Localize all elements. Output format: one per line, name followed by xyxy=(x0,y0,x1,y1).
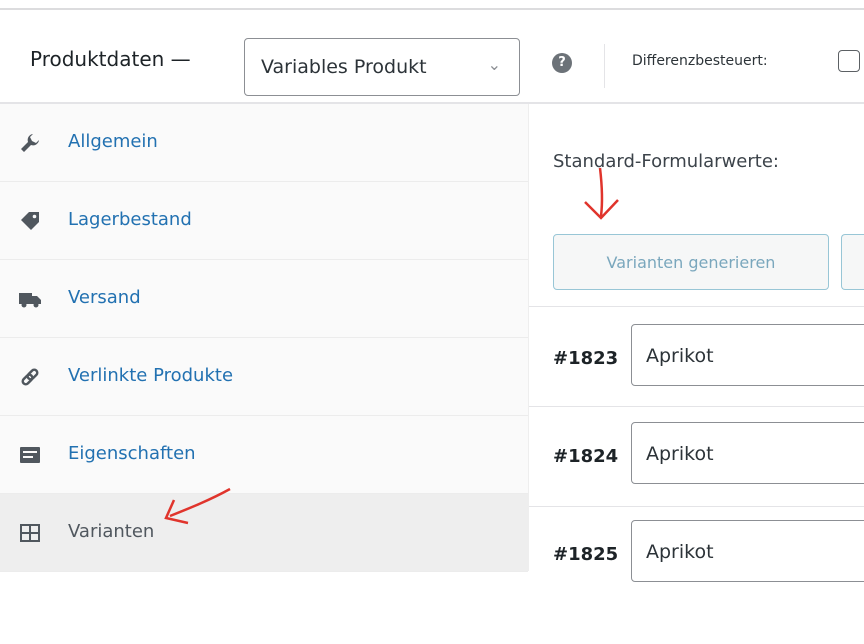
tab-label: Eigenschaften xyxy=(68,443,196,464)
variation-id: #1823 xyxy=(553,348,619,369)
tab-label: Verlinkte Produkte xyxy=(68,365,234,386)
product-data-tabs: Allgemein Lagerbestand Versand Verlinkte… xyxy=(0,104,529,572)
tab-allgemein[interactable]: Allgemein xyxy=(0,104,528,182)
header-separator xyxy=(604,44,605,88)
link-icon xyxy=(21,368,39,386)
variation-attribute-value: Aprikot xyxy=(646,345,714,367)
diff-taxed-checkbox[interactable] xyxy=(838,50,860,72)
default-form-values-label: Standard-Formularwerte: xyxy=(553,151,779,172)
variation-attribute-select[interactable]: Aprikot xyxy=(631,520,864,582)
row-divider xyxy=(529,306,864,307)
tab-lagerbestand[interactable]: Lagerbestand xyxy=(0,182,528,260)
row-divider xyxy=(529,406,864,407)
list-icon xyxy=(20,447,40,463)
variation-attribute-value: Aprikot xyxy=(646,541,714,563)
wrench-icon xyxy=(21,134,39,152)
question-circle-icon[interactable]: ? xyxy=(552,53,572,73)
row-divider xyxy=(529,506,864,507)
tab-versand[interactable]: Versand xyxy=(0,260,528,338)
generate-variations-button[interactable]: Varianten generieren xyxy=(553,234,829,290)
tab-label: Versand xyxy=(68,287,141,308)
tab-label: Allgemein xyxy=(68,131,158,152)
grid-icon xyxy=(20,524,40,542)
generate-variations-label: Varianten generieren xyxy=(606,253,776,272)
chevron-down-icon: ⌄ xyxy=(487,55,501,74)
variation-attribute-select[interactable]: Aprikot xyxy=(631,324,864,386)
product-type-value: Variables Produkt xyxy=(261,56,427,78)
variation-attribute-value: Aprikot xyxy=(646,443,714,465)
variation-id: #1825 xyxy=(553,544,619,565)
tab-label: Lagerbestand xyxy=(68,209,192,230)
variation-row: #1825 Aprikot xyxy=(529,520,864,644)
tab-eigenschaften[interactable]: Eigenschaften xyxy=(0,416,528,494)
secondary-button[interactable] xyxy=(841,234,864,290)
diff-taxed-label: Differenzbesteuert: xyxy=(632,53,768,69)
tab-label: Varianten xyxy=(68,521,155,542)
variation-id: #1824 xyxy=(553,446,619,467)
variation-attribute-select[interactable]: Aprikot xyxy=(631,422,864,484)
product-type-select[interactable]: Variables Produkt ⌄ xyxy=(244,38,520,96)
top-divider xyxy=(0,8,864,10)
tab-verlinkte-produkte[interactable]: Verlinkte Produkte xyxy=(0,338,528,416)
tab-varianten[interactable]: Varianten xyxy=(0,494,528,572)
truck-icon xyxy=(19,293,41,308)
product-data-header: Produktdaten — Variables Produkt ⌄ ? Dif… xyxy=(0,12,864,104)
variations-panel: Standard-Formularwerte: Varianten generi… xyxy=(529,104,864,582)
tag-icon xyxy=(21,212,39,230)
product-data-label: Produktdaten — xyxy=(30,47,191,71)
